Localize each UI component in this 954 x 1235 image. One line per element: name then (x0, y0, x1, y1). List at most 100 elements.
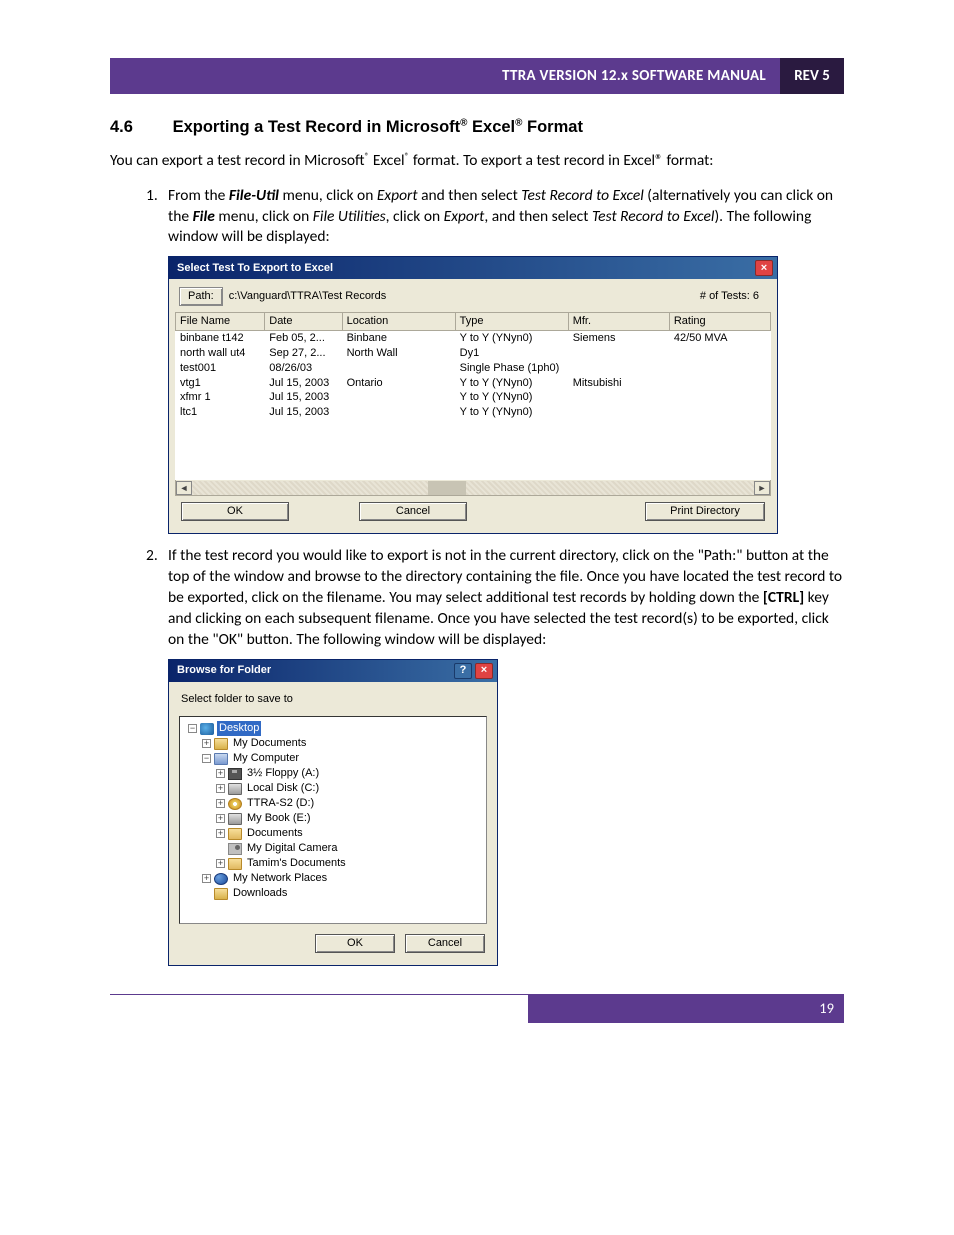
tree-item[interactable]: + Documents (188, 826, 484, 841)
table-header[interactable]: Rating (669, 313, 770, 331)
desktop-icon (200, 723, 214, 735)
path-button[interactable]: Path: (179, 287, 223, 306)
step-1: 1. From the File-Util menu, click on Exp… (146, 186, 844, 534)
records-table[interactable]: File NameDateLocationTypeMfr.Rating binb… (175, 312, 771, 480)
expand-icon[interactable]: + (216, 829, 225, 838)
export-dialog-title: Select Test To Export to Excel (177, 261, 755, 276)
expand-icon[interactable]: + (216, 859, 225, 868)
tree-item[interactable]: − Desktop (188, 721, 484, 736)
intro-b: Excel (369, 151, 404, 170)
section-number: 4.6 (110, 116, 168, 138)
tree-item-label: My Computer (231, 751, 301, 766)
print-directory-button[interactable]: Print Directory (645, 502, 765, 521)
tree-item[interactable]: My Digital Camera (188, 841, 484, 856)
tree-item[interactable]: Downloads (188, 886, 484, 901)
disk-icon (228, 783, 242, 795)
table-row[interactable]: ltc1Jul 15, 2003Y to Y (YNyn0) (176, 405, 771, 420)
tree-item[interactable]: +3½ Floppy (A:) (188, 766, 484, 781)
ok-button[interactable]: OK (315, 934, 395, 953)
expand-icon[interactable]: + (202, 739, 211, 748)
cancel-button[interactable]: Cancel (359, 502, 467, 521)
s1c: and then select (418, 186, 522, 205)
table-cell (342, 405, 455, 420)
expand-icon[interactable]: + (202, 874, 211, 883)
collapse-icon[interactable]: − (188, 724, 197, 733)
cancel-button[interactable]: Cancel (405, 934, 485, 953)
table-cell: Mitsubishi (568, 376, 669, 391)
help-icon[interactable]: ? (454, 663, 472, 679)
table-cell (568, 390, 669, 405)
table-header[interactable]: File Name (176, 313, 265, 331)
header-title: TTRA VERSION 12.x SOFTWARE MANUAL (144, 58, 780, 94)
tree-item-label: Local Disk (C:) (245, 781, 321, 796)
table-row[interactable]: test00108/26/03Single Phase (1ph0) (176, 361, 771, 376)
ok-button[interactable]: OK (181, 502, 289, 521)
table-cell: 42/50 MVA (669, 331, 770, 346)
table-row[interactable]: vtg1Jul 15, 2003OntarioY to Y (YNyn0)Mit… (176, 376, 771, 391)
tree-item-label: My Digital Camera (245, 841, 339, 856)
collapse-icon[interactable]: − (202, 754, 211, 763)
scroll-left-icon[interactable]: ◄ (176, 481, 192, 495)
tree-item[interactable]: + My Documents (188, 736, 484, 751)
table-header[interactable]: Location (342, 313, 455, 331)
table-cell (669, 390, 770, 405)
tree-item-label: Desktop (217, 721, 261, 736)
s1-export2: Export (444, 207, 485, 226)
s2-ctrl: [CTRL] (763, 588, 804, 607)
expand-icon[interactable]: + (216, 814, 225, 823)
floppy-icon (228, 768, 242, 780)
tree-item-label: My Documents (231, 736, 308, 751)
table-cell: Dy1 (455, 346, 568, 361)
table-row[interactable]: xfmr 1Jul 15, 2003Y to Y (YNyn0) (176, 390, 771, 405)
tree-item[interactable]: +Tamim's Documents (188, 856, 484, 871)
s1-tre2: Test Record to Excel (592, 207, 715, 226)
table-cell: ltc1 (176, 405, 265, 420)
tree-item-label: Downloads (231, 886, 289, 901)
scroll-thumb[interactable] (428, 481, 466, 495)
horizontal-scrollbar[interactable]: ◄ ► (175, 480, 771, 496)
table-cell (342, 361, 455, 376)
folder-tree[interactable]: −Desktop+My Documents−My Computer+3½ Flo… (179, 716, 487, 924)
tests-count: # of Tests: 6 (700, 289, 771, 304)
intro-c: format. To export a test record in Excel… (409, 151, 713, 170)
browse-prompt: Select folder to save to (181, 692, 487, 707)
section-title-c: Format (522, 118, 583, 136)
table-row[interactable]: north wall ut4Sep 27, 2...North WallDy1 (176, 346, 771, 361)
tree-item[interactable]: + Local Disk (C:) (188, 781, 484, 796)
table-cell: Y to Y (YNyn0) (455, 331, 568, 346)
table-header[interactable]: Type (455, 313, 568, 331)
scroll-track[interactable] (192, 481, 754, 495)
step-2-text: If the test record you would like to exp… (168, 546, 842, 649)
table-header[interactable]: Mfr. (568, 313, 669, 331)
disk-icon (228, 813, 242, 825)
expand-icon[interactable]: + (216, 799, 225, 808)
table-row[interactable]: binbane t142Feb 05, 2...BinbaneY to Y (Y… (176, 331, 771, 346)
page-footer: 19 (110, 995, 844, 1023)
table-cell (568, 361, 669, 376)
header-accent (110, 58, 144, 94)
tree-item[interactable]: +My Network Places (188, 871, 484, 886)
table-cell (669, 405, 770, 420)
tree-item-label: 3½ Floppy (A:) (245, 766, 321, 781)
expand-icon[interactable]: + (216, 784, 225, 793)
tree-spacer (216, 844, 225, 853)
s1-export: Export (377, 186, 418, 205)
tree-item[interactable]: +My Book (E:) (188, 811, 484, 826)
computer-icon (214, 753, 228, 765)
scroll-right-icon[interactable]: ► (754, 481, 770, 495)
table-cell: binbane t142 (176, 331, 265, 346)
table-cell: xfmr 1 (176, 390, 265, 405)
close-icon[interactable]: × (755, 260, 773, 276)
page-number: 19 (528, 995, 844, 1023)
step-1-text: From the File-Util menu, click on Export… (168, 186, 833, 247)
step-2: 2. If the test record you would like to … (146, 546, 844, 966)
tree-item-label: Documents (245, 826, 305, 841)
tree-item[interactable]: +TTRA-S2 (D:) (188, 796, 484, 811)
table-cell: 08/26/03 (265, 361, 342, 376)
tree-item[interactable]: − My Computer (188, 751, 484, 766)
table-cell (669, 376, 770, 391)
table-header[interactable]: Date (265, 313, 342, 331)
close-icon[interactable]: × (475, 663, 493, 679)
step-2-number: 2. (146, 546, 158, 567)
expand-icon[interactable]: + (216, 769, 225, 778)
